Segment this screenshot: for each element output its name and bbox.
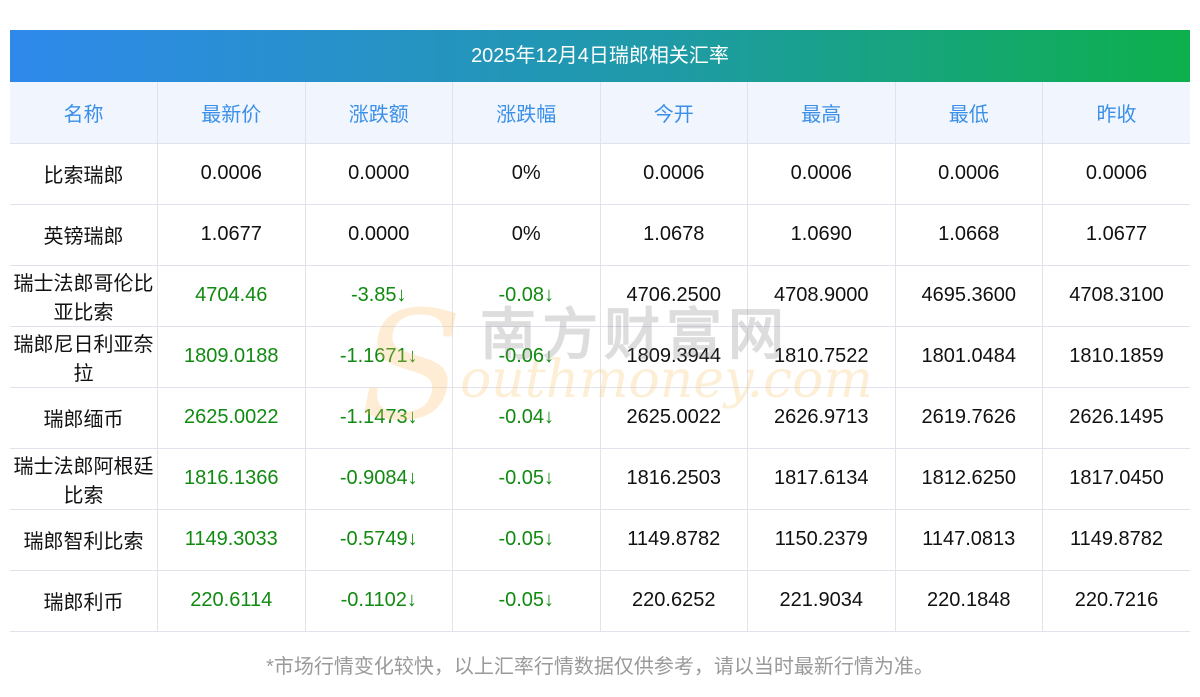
cell-latest: 1.0677	[157, 204, 306, 266]
cell-prev: 1817.0450	[1042, 448, 1190, 510]
cell-latest: 220.6114	[157, 570, 306, 632]
cell-high: 2626.9713	[747, 387, 896, 449]
cell-change: -0.1102↓	[305, 570, 453, 632]
cell-open: 1809.3944	[600, 326, 748, 388]
cell-prev: 1.0677	[1042, 204, 1190, 266]
cell-low: 1.0668	[895, 204, 1043, 266]
column-header: 最低	[895, 82, 1043, 144]
cell-name: 英镑瑞郎	[10, 204, 158, 266]
cell-name: 瑞郎缅币	[10, 387, 158, 449]
cell-latest: 1809.0188	[157, 326, 306, 388]
cell-change: 0.0000	[305, 204, 453, 266]
cell-open: 220.6252	[600, 570, 748, 632]
column-header: 涨跌幅	[452, 82, 601, 144]
cell-pct: -0.04↓	[452, 387, 601, 449]
cell-low: 1801.0484	[895, 326, 1043, 388]
cell-high: 0.0006	[747, 143, 896, 205]
table-row: 瑞士法郎哥伦比亚比索 4704.46 -3.85↓ -0.08↓ 4706.2500 47…	[10, 265, 1190, 327]
table-row: 瑞士法郎阿根廷比索 1816.1366 -0.9084↓ -0.05↓ 1816.250…	[10, 448, 1190, 510]
rate-table: 名称 最新价 涨跌额 涨跌幅 今开 最高 最低 昨收 比索瑞郎 0.0006 0.0000 0% 0.…	[10, 82, 1190, 632]
cell-high: 1150.2379	[747, 509, 896, 571]
table-row: 瑞郎利币 220.6114 -0.1102↓ -0.05↓ 220.6252 221.90…	[10, 570, 1190, 632]
cell-latest: 0.0006	[157, 143, 306, 205]
cell-open: 1149.8782	[600, 509, 748, 571]
cell-pct: -0.08↓	[452, 265, 601, 327]
cell-change: -1.1671↓	[305, 326, 453, 388]
table-title: 2025年12月4日瑞郎相关汇率	[10, 30, 1190, 82]
cell-latest: 2625.0022	[157, 387, 306, 449]
cell-latest: 4704.46	[157, 265, 306, 327]
cell-pct: -0.05↓	[452, 570, 601, 632]
cell-low: 0.0006	[895, 143, 1043, 205]
rate-table-panel: 2025年12月4日瑞郎相关汇率 名称 最新价 涨跌额 涨跌幅 今开 最高 最低 昨收 比索瑞…	[10, 30, 1190, 632]
cell-pct: -0.05↓	[452, 448, 601, 510]
disclaimer: *市场行情变化较快，以上汇率行情数据仅供参考，请以当时最新行情为准。	[266, 656, 934, 678]
cell-open: 4706.2500	[600, 265, 748, 327]
cell-pct: 0%	[452, 143, 601, 205]
cell-high: 1.0690	[747, 204, 896, 266]
cell-name: 瑞郎利币	[10, 570, 158, 632]
cell-prev: 4708.3100	[1042, 265, 1190, 327]
cell-name: 瑞郎尼日利亚奈拉	[10, 326, 158, 388]
cell-change: -1.1473↓	[305, 387, 453, 449]
column-header: 今开	[600, 82, 748, 144]
cell-pct: -0.06↓	[452, 326, 601, 388]
cell-name: 瑞郎智利比索	[10, 509, 158, 571]
table-row: 英镑瑞郎 1.0677 0.0000 0% 1.0678 1.0690 1.0668 1.06…	[10, 204, 1190, 266]
cell-low: 4695.3600	[895, 265, 1043, 327]
cell-open: 2625.0022	[600, 387, 748, 449]
cell-low: 2619.7626	[895, 387, 1043, 449]
cell-change: -3.85↓	[305, 265, 453, 327]
table-row: 比索瑞郎 0.0006 0.0000 0% 0.0006 0.0006 0.0006 0.00…	[10, 143, 1190, 205]
table-row: 瑞郎缅币 2625.0022 -1.1473↓ -0.04↓ 2625.0022 2626…	[10, 387, 1190, 449]
cell-pct: 0%	[452, 204, 601, 266]
cell-open: 1816.2503	[600, 448, 748, 510]
cell-open: 0.0006	[600, 143, 748, 205]
cell-pct: -0.05↓	[452, 509, 601, 571]
cell-name: 比索瑞郎	[10, 143, 158, 205]
cell-latest: 1816.1366	[157, 448, 306, 510]
table-row: 瑞郎智利比索 1149.3033 -0.5749↓ -0.05↓ 1149.8782 11…	[10, 509, 1190, 571]
cell-high: 1810.7522	[747, 326, 896, 388]
cell-name: 瑞士法郎阿根廷比索	[10, 448, 158, 510]
cell-prev: 2626.1495	[1042, 387, 1190, 449]
cell-change: -0.9084↓	[305, 448, 453, 510]
cell-low: 1812.6250	[895, 448, 1043, 510]
table-row: 瑞郎尼日利亚奈拉 1809.0188 -1.1671↓ -0.06↓ 1809.3944…	[10, 326, 1190, 388]
cell-prev: 0.0006	[1042, 143, 1190, 205]
column-header: 名称	[10, 82, 158, 144]
cell-high: 4708.9000	[747, 265, 896, 327]
header-row: 名称 最新价 涨跌额 涨跌幅 今开 最高 最低 昨收	[10, 82, 1190, 144]
cell-prev: 1149.8782	[1042, 509, 1190, 571]
cell-open: 1.0678	[600, 204, 748, 266]
cell-prev: 220.7216	[1042, 570, 1190, 632]
cell-high: 1817.6134	[747, 448, 896, 510]
cell-low: 1147.0813	[895, 509, 1043, 571]
cell-high: 221.9034	[747, 570, 896, 632]
column-header: 最新价	[157, 82, 306, 144]
column-header: 昨收	[1042, 82, 1190, 144]
cell-latest: 1149.3033	[157, 509, 306, 571]
cell-name: 瑞士法郎哥伦比亚比索	[10, 265, 158, 327]
cell-low: 220.1848	[895, 570, 1043, 632]
column-header: 最高	[747, 82, 896, 144]
cell-prev: 1810.1859	[1042, 326, 1190, 388]
cell-change: -0.5749↓	[305, 509, 453, 571]
cell-change: 0.0000	[305, 143, 453, 205]
column-header: 涨跌额	[305, 82, 453, 144]
